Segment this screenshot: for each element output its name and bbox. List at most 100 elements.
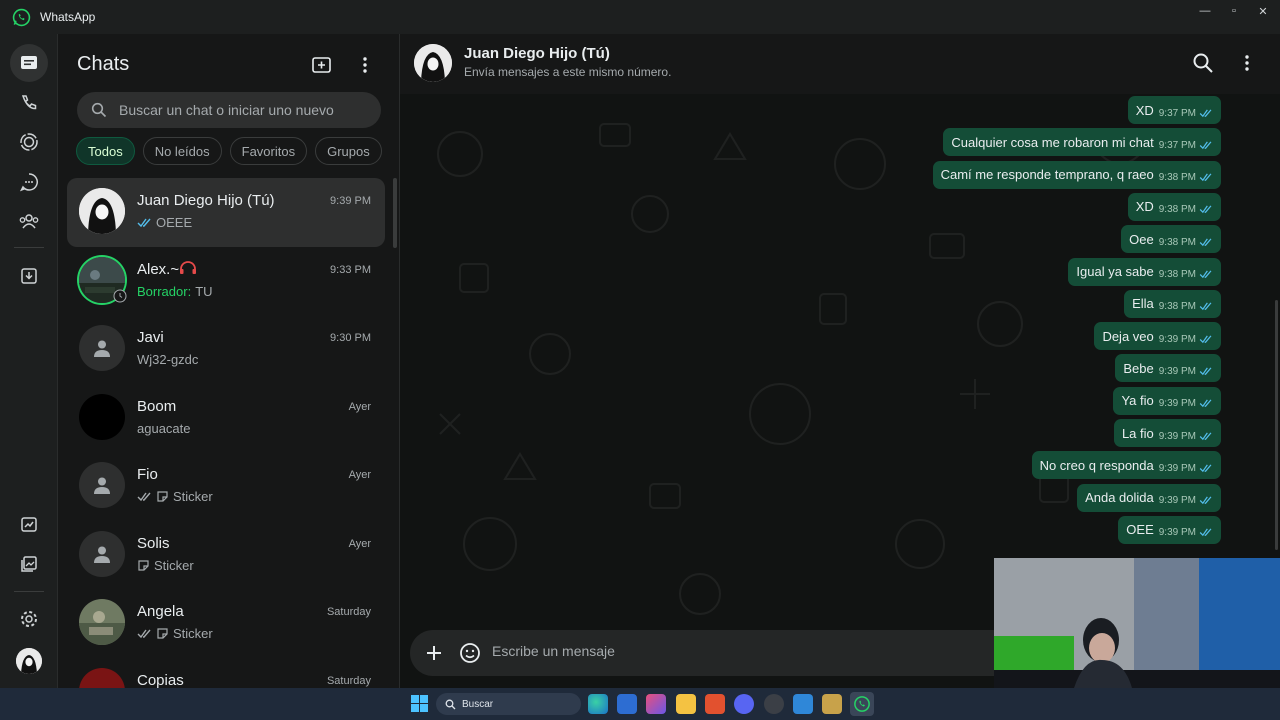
chat-preview-text: Wj32-gzdc [137, 352, 199, 367]
double-check-read-icon [1199, 496, 1212, 505]
chat-row[interactable]: Angela Saturday Sticker [67, 589, 385, 658]
profile-avatar[interactable] [16, 648, 42, 674]
chat-row[interactable]: Javi 9:30 PM Wj32-gzdc [67, 315, 385, 384]
edge-icon[interactable] [588, 694, 608, 714]
headphones-emoji-icon [180, 260, 197, 274]
rail-communities-button[interactable] [10, 202, 48, 240]
chat-list-menu-button[interactable] [350, 50, 380, 80]
message-bubble[interactable]: Cualquier cosa me robaron mi chat 9:37 PM [943, 128, 1221, 157]
message-text: Igual ya sabe [1076, 264, 1154, 279]
message-time: 9:37 PM [1158, 139, 1196, 151]
rail-chats-button[interactable] [10, 44, 48, 82]
chat-list-scrollbar[interactable] [393, 178, 397, 248]
chat-name: Alex.~ [137, 261, 197, 278]
filter-all-chip[interactable]: Todos [76, 137, 135, 165]
avatar-image-icon [414, 44, 452, 82]
contact-subtitle: Envía mensajes a este mismo número. [464, 65, 672, 79]
game-launcher-icon[interactable] [822, 694, 842, 714]
chat-row[interactable]: Juan Diego Hijo (Tú) 9:39 PM OEEE [67, 178, 385, 247]
store-icon[interactable] [617, 694, 637, 714]
message-bubble[interactable]: No creo q responda 9:39 PM [1031, 451, 1221, 480]
github-icon[interactable] [764, 694, 784, 714]
chat-search-input[interactable] [119, 102, 359, 118]
message-bubble[interactable]: Bebe 9:39 PM [1115, 354, 1221, 383]
gear-icon [21, 611, 37, 627]
message-bubble[interactable]: Igual ya sabe 9:38 PM [1068, 257, 1221, 286]
windows-start-icon[interactable] [411, 695, 428, 712]
message-text: Oee [1129, 231, 1154, 247]
message-bubble[interactable]: Oee 9:38 PM [1121, 225, 1221, 254]
message-time: 9:39 PM [1158, 398, 1196, 410]
chat-row[interactable]: Fio Ayer Sticker [67, 452, 385, 521]
conversation-header[interactable]: Juan Diego Hijo (Tú) Envía mensajes a es… [400, 34, 1280, 94]
message-bubble[interactable]: OEE 9:39 PM [1118, 515, 1221, 544]
chat-avatar [79, 188, 125, 234]
chat-row[interactable]: Copias Saturday [67, 658, 385, 688]
rail-archived-button[interactable] [10, 257, 48, 295]
notepad-icon[interactable] [793, 694, 813, 714]
file-explorer-icon[interactable] [676, 694, 696, 714]
contact-name: Juan Diego Hijo (Tú) [464, 45, 610, 62]
emoji-sticker-icon[interactable] [458, 641, 482, 665]
filter-unread-chip[interactable]: No leídos [142, 137, 222, 165]
message-text: XD [1135, 102, 1154, 118]
avatar-image-icon [79, 188, 125, 234]
double-check-icon [137, 629, 151, 638]
chat-preview: OEEE [137, 215, 192, 230]
chat-time: Ayer [348, 469, 371, 481]
double-check-read-icon [137, 218, 151, 227]
title-bar: WhatsApp — ▫ ✕ [0, 0, 1280, 34]
rail-calls-button[interactable] [10, 84, 48, 122]
conversation-scrollbar[interactable] [1275, 300, 1278, 550]
chat-row[interactable]: Boom Ayer aguacate [67, 384, 385, 453]
filter-groups-chip[interactable]: Grupos [315, 137, 382, 165]
chat-preview-text: Sticker [173, 626, 213, 641]
sticker-icon [157, 491, 168, 502]
attach-plus-icon[interactable] [422, 641, 446, 665]
chat-avatar [79, 530, 125, 577]
message-bubble[interactable]: XD 9:37 PM [1127, 96, 1221, 124]
message-time: 9:39 PM [1158, 365, 1196, 377]
status-icon [20, 133, 38, 151]
message-text: Ella [1132, 296, 1154, 312]
rail-channels-button[interactable] [10, 163, 48, 201]
message-bubble[interactable]: Ya fio 9:39 PM [1113, 386, 1221, 415]
close-button[interactable]: ✕ [1246, 0, 1280, 22]
more-vertical-icon [363, 57, 367, 73]
message-bubble[interactable]: Deja veo 9:39 PM [1094, 322, 1221, 351]
taskbar-search[interactable]: Buscar [436, 693, 581, 715]
double-check-read-icon [1199, 238, 1212, 246]
search-icon[interactable] [1192, 52, 1214, 74]
message-text: Deja veo [1102, 328, 1154, 344]
discord-icon[interactable] [734, 694, 754, 714]
chat-avatar [79, 393, 125, 440]
whatsapp-taskbar-button[interactable] [850, 692, 874, 716]
whatsapp-logo-icon [12, 8, 31, 27]
message-bubble[interactable]: Anda dolida 9:39 PM [1077, 483, 1221, 512]
rail-starred-button[interactable] [10, 506, 48, 544]
brave-icon[interactable] [705, 694, 725, 714]
rail-media-button[interactable] [10, 545, 48, 583]
contact-avatar[interactable] [414, 44, 452, 82]
taskbar-search-label: Buscar [462, 698, 494, 710]
chat-time: Saturday [326, 674, 371, 687]
message-input[interactable] [492, 643, 972, 659]
message-bubble[interactable]: XD 9:38 PM [1127, 192, 1221, 221]
rail-settings-button[interactable] [10, 600, 48, 638]
chat-rows: Juan Diego Hijo (Tú) 9:39 PM OEEE Alex.~… [67, 178, 385, 688]
chat-name: Angela [137, 603, 184, 620]
message-bubble[interactable]: La fio 9:39 PM [1113, 419, 1221, 447]
chat-row[interactable]: Solis Ayer Sticker [67, 521, 385, 590]
rail-status-button[interactable] [10, 123, 48, 161]
double-check-read-icon [1199, 141, 1212, 149]
message-bubble[interactable]: Ella 9:38 PM [1124, 289, 1221, 318]
message-time: 9:39 PM [1158, 430, 1196, 442]
chat-row[interactable]: Alex.~ 9:33 PM Borrador: TU [67, 247, 385, 316]
new-chat-button[interactable] [307, 50, 337, 80]
filter-favorites-chip[interactable]: Favoritos [229, 137, 308, 165]
starred-icon [21, 517, 37, 532]
message-bubble[interactable]: Camí me responde temprano, q raeo 9:38 PM [932, 160, 1221, 189]
chat-search-box [77, 92, 381, 128]
conversation-menu-button[interactable] [1236, 52, 1258, 74]
copilot-icon[interactable] [646, 694, 666, 714]
